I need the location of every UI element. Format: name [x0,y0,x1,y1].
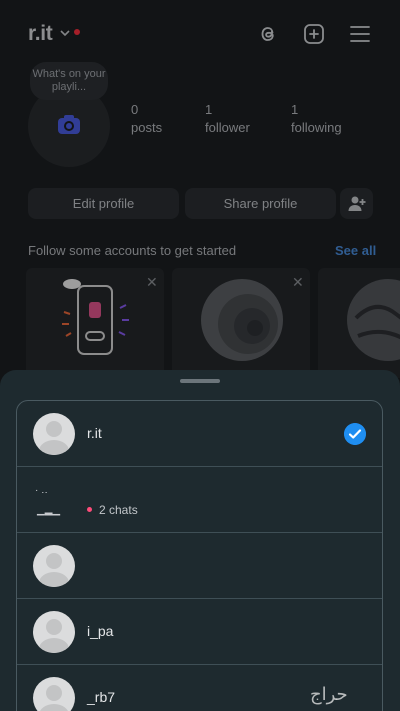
account-username: r.it [87,425,102,441]
account-username: _rb7 [87,689,116,705]
drag-handle[interactable] [180,379,220,383]
avatar [33,545,75,587]
watermark: حراج [310,684,348,705]
account-row[interactable] [17,533,382,599]
account-list: r.it · ‥ ▁▂▁ 2 chats i_pa _rb7 [16,400,383,711]
avatar [33,611,75,653]
avatar [33,677,75,711]
chats-count: 2 chats [99,503,138,517]
account-username: i_pa [87,623,114,639]
account-switcher-sheet: r.it · ‥ ▁▂▁ 2 chats i_pa _rb7 [0,370,400,711]
profile-screen: r.it What's on your playli... 0 posts 1 … [0,0,400,711]
chats-indicator: 2 chats [87,503,138,517]
unread-dot [87,507,92,513]
account-row[interactable]: · ‥ ▁▂▁ 2 chats [17,467,382,533]
avatar [33,413,75,455]
checkmark-icon [344,423,366,445]
avatar: · ‥ ▁▂▁ [35,485,61,516]
account-row[interactable]: i_pa [17,599,382,665]
account-row[interactable]: r.it [17,401,382,467]
